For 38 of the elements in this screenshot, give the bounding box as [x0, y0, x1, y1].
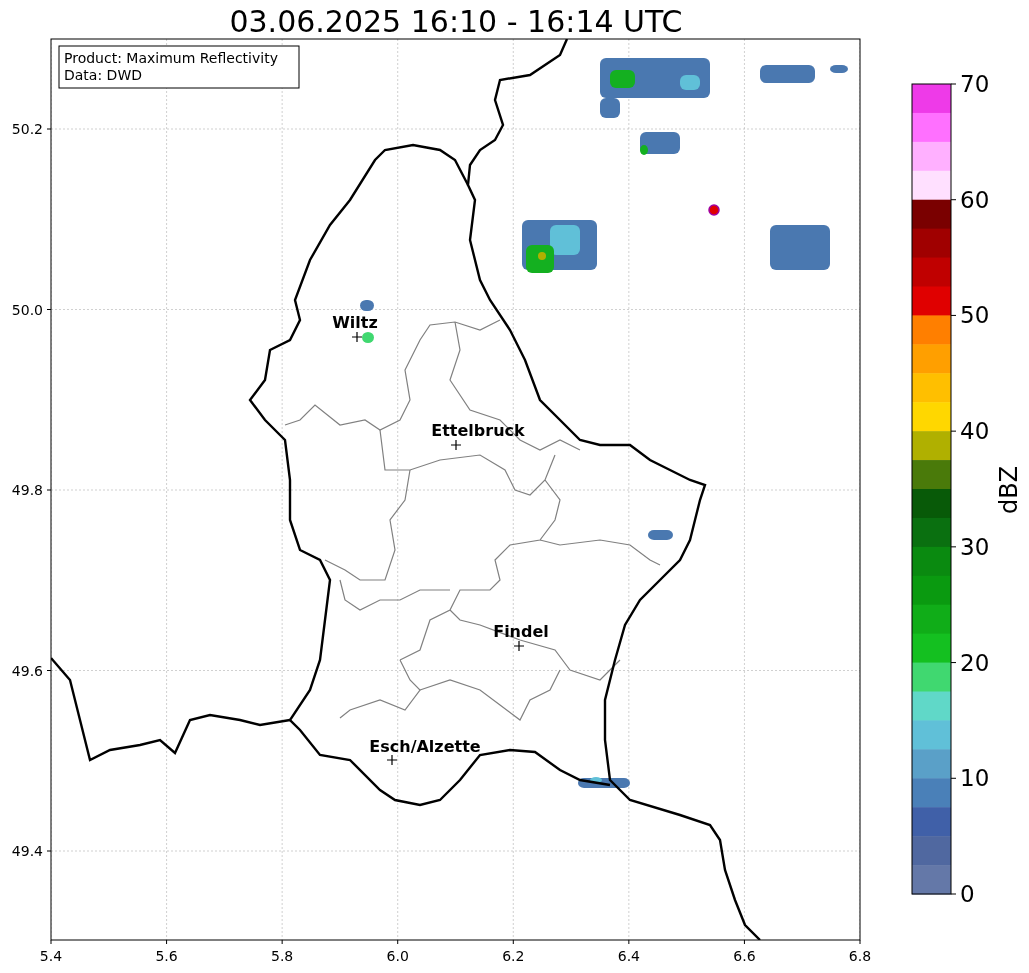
colorbar-tick-label: 50 [960, 302, 990, 329]
colorbar-tick-label: 0 [960, 881, 975, 907]
place-label: Findel [493, 622, 549, 641]
place-label: Ettelbruck [431, 421, 525, 440]
colorbar-tick-label: 40 [960, 418, 990, 445]
radar-echo [770, 225, 830, 270]
colorbar-tick-label: 70 [960, 71, 990, 97]
axis-tick-label: 6.0 [386, 948, 409, 964]
radar-echo [640, 132, 680, 155]
axis-tick-label: 5.4 [39, 948, 63, 964]
place-marker-icon [351, 331, 363, 343]
axis-tick-label: 5.8 [271, 948, 294, 964]
axis-tick-label: 49.4 [11, 843, 43, 859]
axis-tick-label: 6.2 [502, 948, 525, 964]
place-marker-icon [386, 754, 398, 766]
axis-tick-label: 50.0 [11, 301, 43, 318]
radar-echo [708, 204, 720, 216]
chart-title: 03.06.2025 16:10 - 16:14 UTC [229, 4, 683, 39]
axis-tick-label: 5.6 [155, 948, 178, 964]
place-marker-icon [450, 439, 462, 451]
colorbar-tick-label: 30 [960, 533, 990, 560]
radar-echo [578, 777, 630, 788]
legend-text: Data: DWD [64, 67, 142, 83]
axis-tick-label: 49.8 [11, 482, 43, 498]
place-marker-icon [513, 640, 525, 652]
place-label: Esch/Alzette [369, 737, 481, 756]
colorbar-tick-label: 10 [960, 765, 990, 792]
legend-text: Product: Maximum Reflectivity [64, 50, 278, 66]
axis-tick-label: 6.4 [617, 948, 640, 964]
axis-tick-label: 50.2 [11, 121, 43, 137]
axis-tick-label: 6.6 [733, 948, 756, 964]
radar-echo [648, 530, 673, 540]
colorbar-label: dBZ [995, 465, 1023, 515]
axis-tick-label: 49.6 [11, 662, 43, 679]
place-label: Wiltz [332, 313, 378, 332]
colorbar-tick-label: 20 [960, 649, 990, 676]
colorbar-tick-label: 60 [960, 186, 990, 213]
axis-tick-label: 6.8 [848, 948, 872, 964]
